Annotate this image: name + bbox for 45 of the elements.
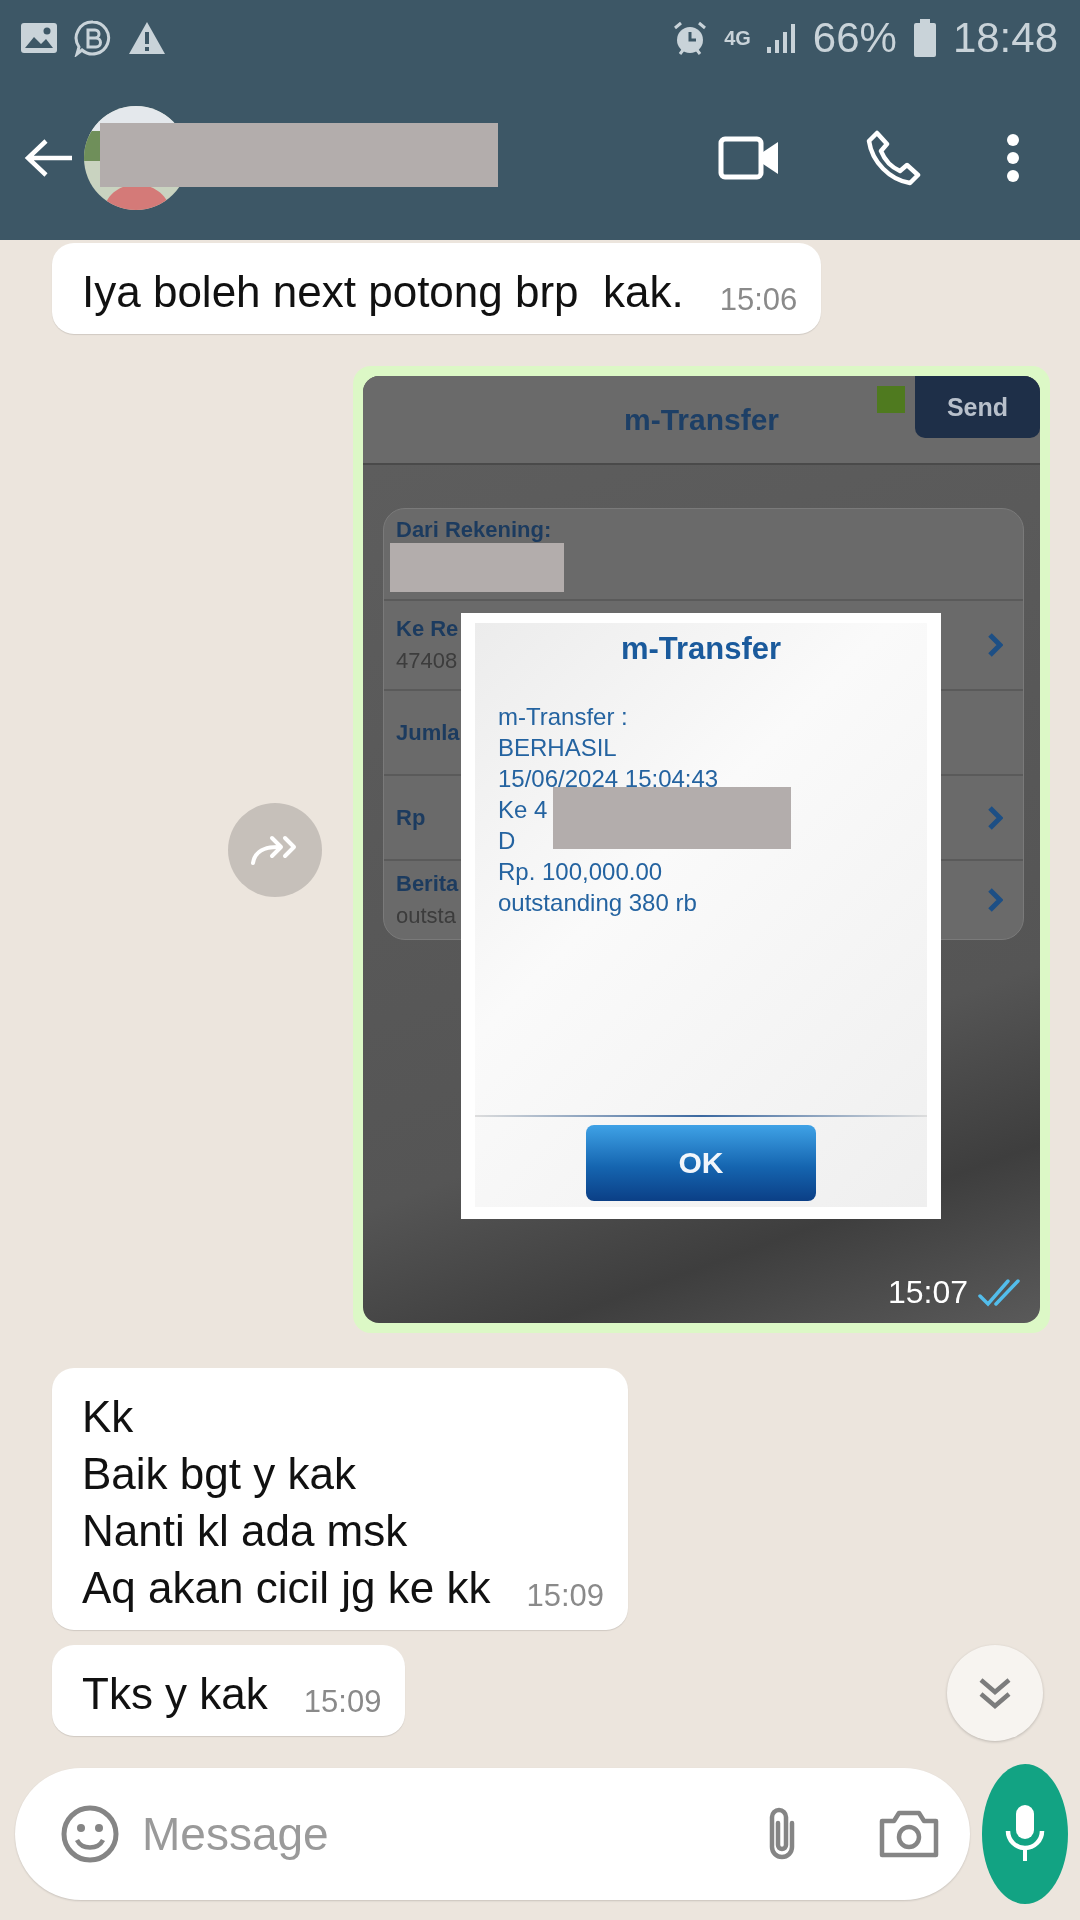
dialog-line: D: [498, 826, 517, 856]
field-label: Jumla: [396, 719, 460, 746]
dialog-line: Rp. 100,000.00: [498, 857, 664, 887]
status-square-icon: [877, 386, 905, 413]
more-icon[interactable]: [1006, 133, 1020, 182]
message-text: Iya boleh next potong brp kak.: [82, 266, 684, 318]
network-type: 4G: [724, 27, 751, 48]
message-text: Tks y kak: [82, 1668, 268, 1720]
send-button: Send: [915, 376, 1040, 438]
dialog-line: outstanding 380 rb: [498, 888, 698, 918]
message-time: 15:06: [719, 282, 798, 318]
message-field[interactable]: Message: [140, 1805, 742, 1862]
screen-title: m-Transfer: [623, 402, 780, 437]
dialog-title: m-Transfer: [619, 631, 783, 667]
field-label: Ke Re: [396, 616, 459, 642]
warning-icon: [128, 20, 166, 55]
field-label: Berita: [396, 871, 459, 897]
field-label: Rp: [396, 804, 426, 831]
message-time: 15:07: [887, 1274, 968, 1311]
chevron-icon: [987, 887, 1003, 913]
dialog-line: m-Transfer :: [498, 702, 629, 732]
message-time: 15:09: [526, 1578, 604, 1614]
image-icon: [20, 21, 58, 54]
emoji-icon[interactable]: [60, 1803, 120, 1864]
camera-icon[interactable]: [878, 1808, 940, 1859]
video-call-icon[interactable]: [718, 135, 780, 180]
ok-button: OK: [586, 1125, 816, 1201]
business-chat-icon: [74, 18, 112, 57]
alarm-icon: [672, 19, 709, 56]
phone-icon[interactable]: [865, 129, 921, 186]
chevron-icon: [987, 632, 1003, 658]
dialog-line: BERHASIL: [498, 733, 618, 763]
back-icon[interactable]: [24, 137, 74, 178]
dialog-line: Ke 4: [498, 795, 549, 825]
battery-percent: 66%: [812, 13, 897, 62]
chevron-icon: [987, 804, 1003, 831]
message-text: Kk Baik bgt y kak Nanti kl ada msk Aq akan cicil jg ke kk: [82, 1391, 491, 1614]
clock: 18:48: [952, 13, 1058, 62]
signal-icon: [766, 22, 797, 53]
battery-icon: [912, 18, 937, 57]
message-time: 15:09: [303, 1684, 382, 1720]
double-chevron-icon[interactable]: [977, 1675, 1013, 1711]
dialog-line: 15/06/2024 15:04:43: [498, 764, 720, 794]
field-label: Dari Rekening:: [396, 516, 552, 543]
composer-bar[interactable]: Message: [15, 1767, 970, 1900]
